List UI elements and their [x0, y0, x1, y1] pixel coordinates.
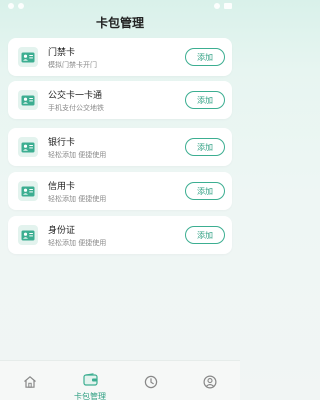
- card-title: 公交卡一卡通: [48, 91, 103, 101]
- status-notification-icon: [18, 3, 24, 9]
- status-bar: [0, 0, 240, 14]
- card-item-transit-card[interactable]: 公交卡一卡通 手机支付公交地铁 添加: [8, 81, 232, 119]
- add-button[interactable]: 添加: [185, 138, 225, 156]
- clock-icon: [144, 374, 158, 393]
- id-card-icon: [18, 47, 38, 67]
- card-subtitle: 轻松添加 便捷使用: [48, 239, 107, 247]
- card-title: 门禁卡: [48, 48, 76, 58]
- id-card-icon: [18, 181, 38, 201]
- nav-item-history[interactable]: [139, 361, 163, 400]
- add-button[interactable]: 添加: [185, 91, 225, 109]
- nav-item-home[interactable]: [18, 361, 42, 400]
- battery-icon: [224, 3, 232, 9]
- id-card-icon: [18, 225, 38, 245]
- card-title: 信用卡: [48, 182, 76, 192]
- user-icon: [203, 374, 217, 393]
- nav-item-wallet[interactable]: 卡包管理: [70, 361, 110, 400]
- add-button[interactable]: 添加: [185, 48, 225, 66]
- home-icon: [23, 374, 37, 393]
- card-item-bank-card[interactable]: 银行卡 轻松添加 便捷使用 添加: [8, 128, 232, 166]
- add-button[interactable]: 添加: [185, 182, 225, 200]
- id-card-icon: [18, 137, 38, 157]
- card-subtitle: 模拟门禁卡开门: [48, 61, 97, 69]
- page-title: 卡包管理: [95, 16, 144, 30]
- add-button[interactable]: 添加: [185, 226, 225, 244]
- card-subtitle: 手机支付公交地铁: [48, 104, 104, 112]
- status-app-icon: [8, 3, 14, 9]
- nav-label: 卡包管理: [74, 392, 106, 400]
- card-title: 身份证: [48, 226, 76, 236]
- card-subtitle: 轻松添加 便捷使用: [48, 195, 107, 203]
- card-item-access-card[interactable]: 门禁卡 模拟门禁卡开门 添加: [8, 38, 232, 76]
- bottom-nav: 卡包管理: [0, 360, 240, 400]
- card-subtitle: 轻松添加 便捷使用: [48, 151, 107, 159]
- wifi-icon: [214, 3, 220, 9]
- card-item-id-card[interactable]: 身份证 轻松添加 便捷使用 添加: [8, 216, 232, 254]
- wallet-icon: [82, 371, 98, 390]
- card-item-credit-card[interactable]: 信用卡 轻松添加 便捷使用 添加: [8, 172, 232, 210]
- nav-item-profile[interactable]: [198, 361, 222, 400]
- card-title: 银行卡: [48, 138, 76, 148]
- id-card-icon: [18, 90, 38, 110]
